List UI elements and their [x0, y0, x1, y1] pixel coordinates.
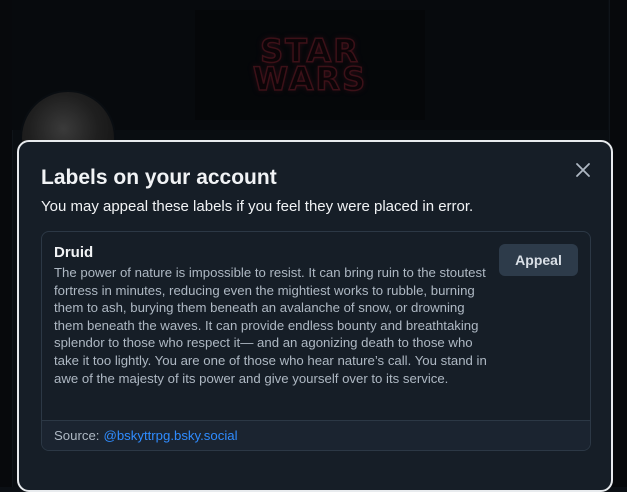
label-description: The power of nature is impossible to res… — [54, 265, 487, 386]
source-prefix: Source: — [54, 428, 100, 443]
appeal-button[interactable]: Appeal — [499, 244, 578, 276]
dialog-subtitle: You may appeal these labels if you feel … — [41, 198, 474, 215]
label-card-body: Druid The power of nature is impossible … — [42, 232, 590, 420]
label-name: Druid — [54, 244, 94, 261]
close-button[interactable] — [571, 158, 595, 182]
dialog-title: Labels on your account — [41, 166, 277, 189]
labels-dialog: Labels on your account You may appeal th… — [17, 140, 613, 492]
close-icon — [576, 163, 590, 177]
label-source: Source: @bskyttrpg.bsky.social — [42, 420, 590, 450]
source-handle-link[interactable]: @bskyttrpg.bsky.social — [103, 428, 237, 443]
label-card: Druid The power of nature is impossible … — [41, 231, 591, 451]
